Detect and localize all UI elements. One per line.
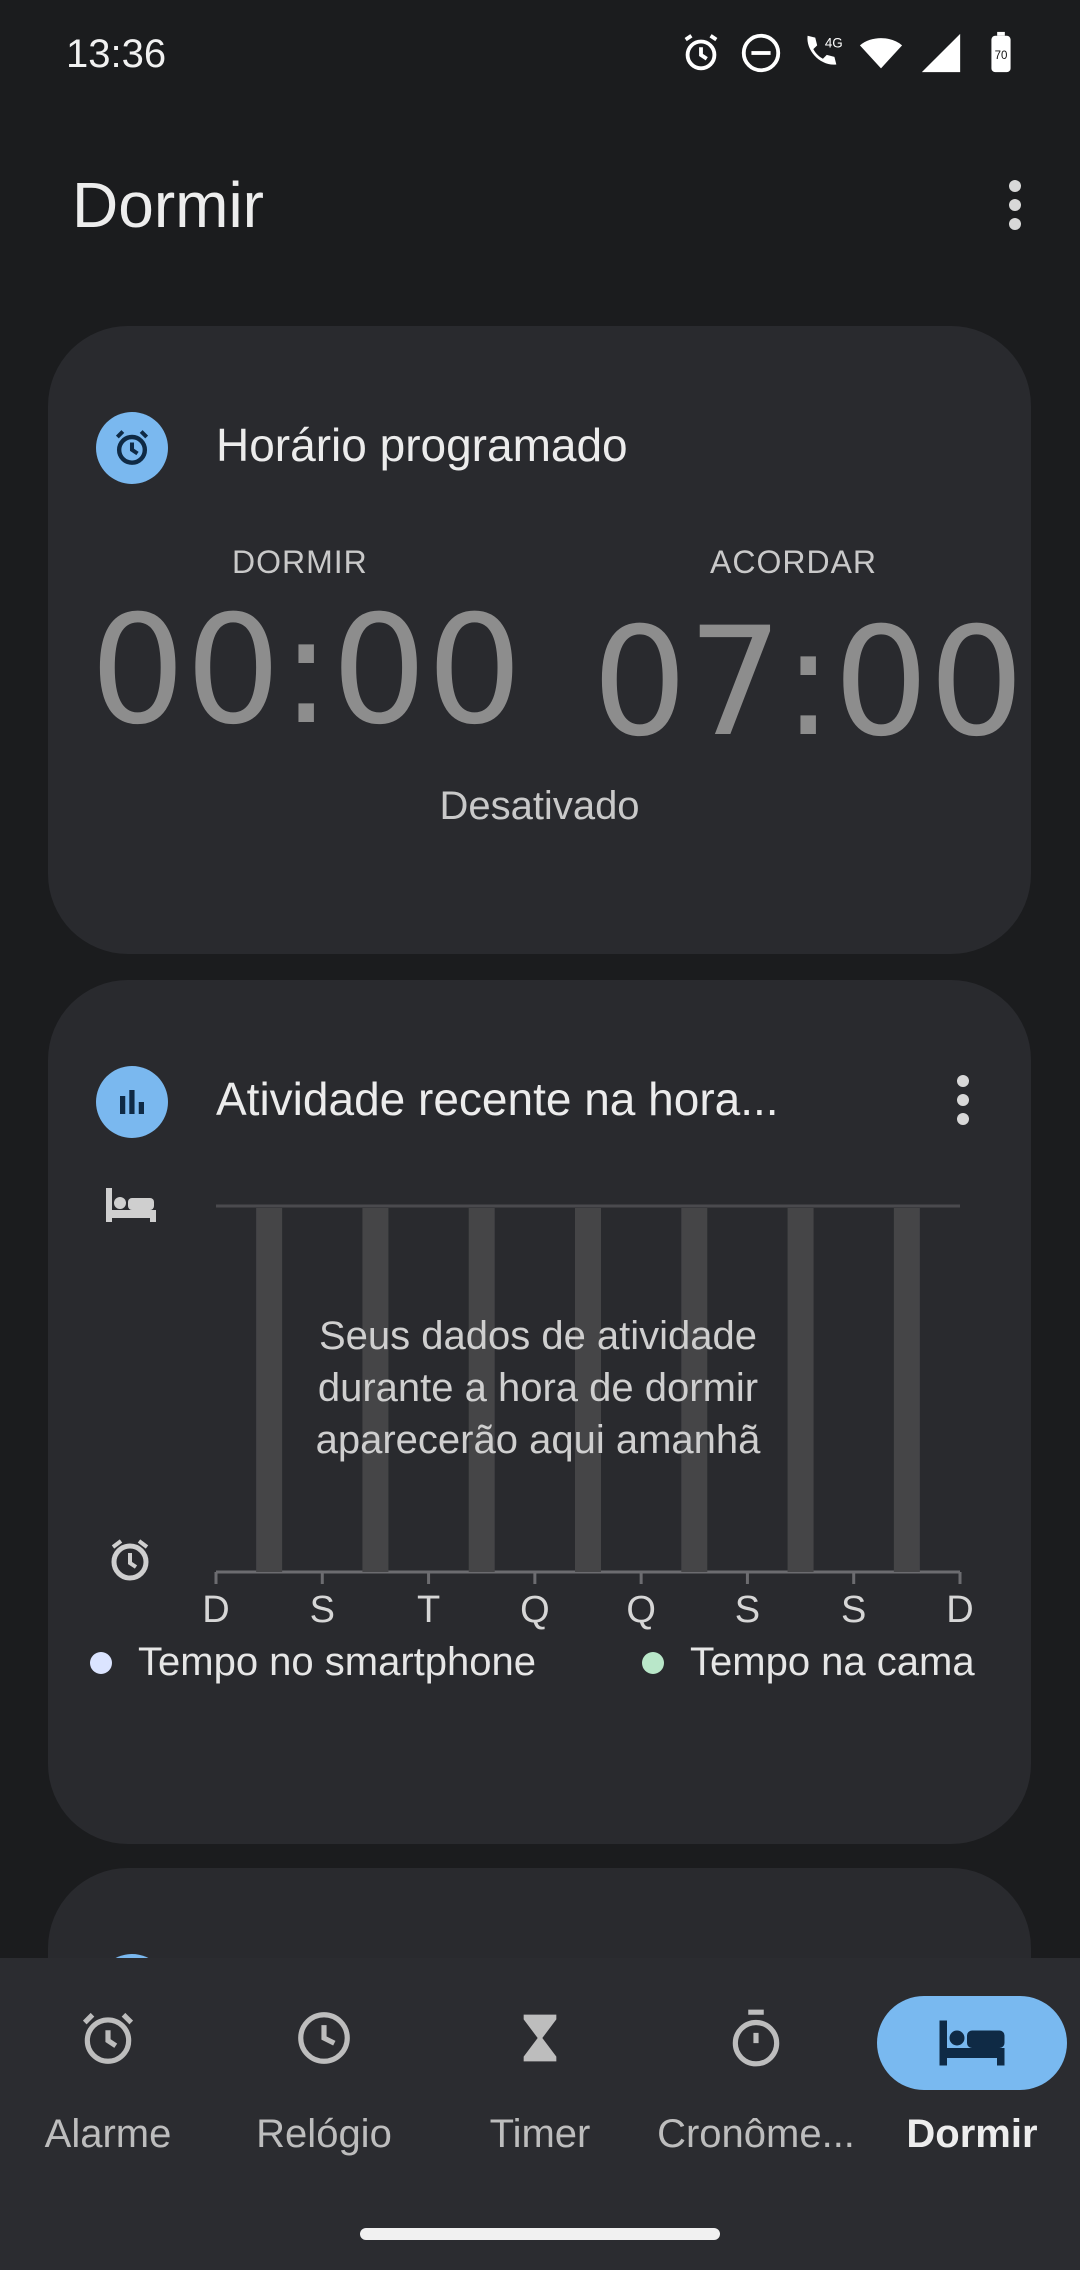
- legend-dot: [90, 1651, 112, 1674]
- x-tick-label: D: [946, 1589, 973, 1631]
- status-icons: 4G 70: [678, 30, 1024, 76]
- wifi-icon: [859, 38, 903, 69]
- empty-message-line: durante a hora de dormir: [317, 1366, 759, 1410]
- nav-label: Dormir: [906, 2112, 1038, 2156]
- legend-label: Tempo na cama: [690, 1640, 975, 1684]
- nav-clock[interactable]: Relógio: [216, 1958, 432, 2158]
- nav-timer[interactable]: Timer: [432, 1958, 648, 2158]
- bed-icon: [877, 1996, 1067, 2090]
- recent-activity-card: Atividade recente na hora... DSTQQSSD Se…: [48, 980, 1031, 1844]
- x-tick-label: Q: [520, 1589, 550, 1631]
- clock-icon: [274, 2008, 374, 2068]
- x-tick-label: S: [735, 1589, 760, 1631]
- legend-label: Tempo no smartphone: [138, 1640, 537, 1684]
- nav-bedtime[interactable]: Dormir: [864, 1958, 1080, 2158]
- wake-value[interactable]: 07:00: [592, 596, 1024, 770]
- bedtime-schedule-card[interactable]: Horário programado DORMIR 00:00 ACORDAR …: [48, 326, 1031, 954]
- x-tick-label: S: [310, 1589, 335, 1631]
- battery-icon: 70: [991, 31, 1011, 73]
- alarm-axis-icon: [111, 1539, 149, 1581]
- empty-message-line: aparecerão aqui amanhã: [315, 1418, 761, 1462]
- nav-label: Timer: [489, 2112, 591, 2156]
- more-vert-icon: [1009, 180, 1021, 230]
- volte-call-icon: 4G: [807, 35, 843, 65]
- card-title: Horário programado: [216, 419, 628, 471]
- x-tick-label: Q: [626, 1589, 656, 1631]
- alarm-status-icon: [684, 34, 718, 71]
- nav-label: Alarme: [44, 2112, 172, 2156]
- page-title: Dormir: [72, 169, 264, 241]
- battery-level-label: 70: [995, 50, 1008, 62]
- nav-label: Cronôme...: [657, 2112, 855, 2156]
- empty-activity-message: Seus dados de atividade durante a hora d…: [248, 1310, 828, 1466]
- bottom-navigation: Alarme Relógio Timer Cronôme... Dormir: [0, 1958, 1080, 2270]
- bedtime-label: DORMIR: [232, 544, 368, 580]
- bed-axis-icon: [106, 1188, 156, 1222]
- more-options-button[interactable]: [990, 170, 1040, 240]
- hourglass-icon: [490, 2008, 590, 2068]
- nav-alarm[interactable]: Alarme: [0, 1958, 216, 2158]
- nav-label: Relógio: [256, 2112, 392, 2156]
- alarm-icon: [58, 2008, 158, 2068]
- legend-dot: [642, 1651, 664, 1674]
- status-bar: 13:36 4G 70: [0, 0, 1080, 110]
- bedtime-value[interactable]: 00:00: [90, 584, 522, 758]
- x-tick-label: T: [417, 1589, 440, 1631]
- legend-item-phone: Tempo no smartphone: [90, 1640, 536, 1685]
- empty-message-line: Seus dados de atividade: [318, 1314, 758, 1358]
- signal-icon: [921, 33, 961, 73]
- x-tick-label: D: [202, 1589, 229, 1631]
- placeholder-bar: [893, 1208, 920, 1572]
- dnd-icon: [741, 33, 781, 73]
- legend-item-bed: Tempo na cama: [642, 1640, 975, 1685]
- stopwatch-icon: [706, 2008, 806, 2068]
- nav-stopwatch[interactable]: Cronôme...: [648, 1958, 864, 2158]
- home-indicator: [360, 2228, 720, 2240]
- wake-label: ACORDAR: [710, 544, 878, 580]
- status-time: 13:36: [66, 32, 167, 76]
- x-tick-label: S: [841, 1589, 866, 1631]
- schedule-status: Desativado: [439, 784, 640, 828]
- schedule-alarm-icon: [96, 412, 168, 484]
- network-type-label: 4G: [825, 35, 843, 50]
